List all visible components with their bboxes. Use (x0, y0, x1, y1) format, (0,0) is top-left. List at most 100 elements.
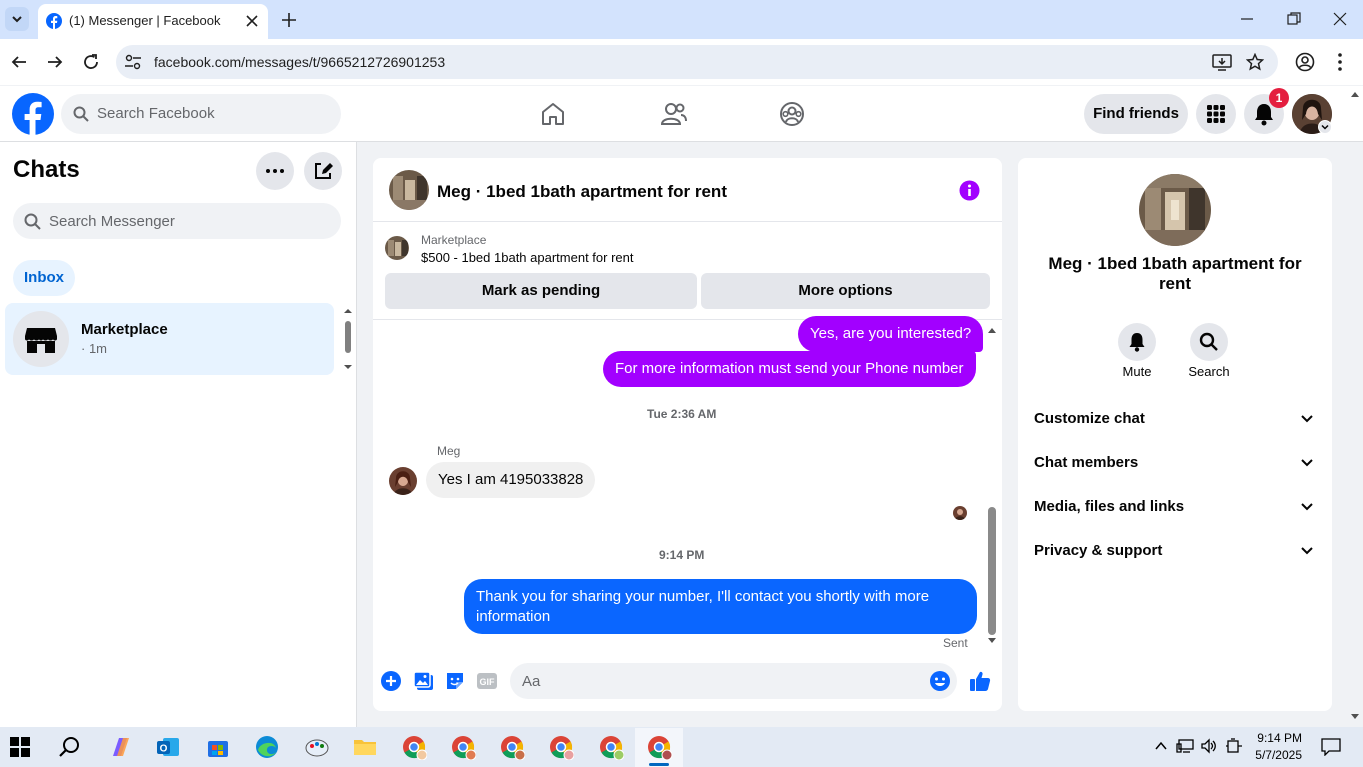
profile-icon[interactable] (1295, 52, 1315, 72)
minimize-icon[interactable] (1240, 12, 1254, 26)
account-menu-button[interactable] (1318, 120, 1332, 134)
chrome-profile-icon[interactable] (548, 734, 574, 760)
notification-center-icon[interactable] (1321, 738, 1341, 756)
chat-list-item[interactable]: Marketplace · 1m (5, 303, 334, 375)
new-tab-icon[interactable] (280, 11, 298, 29)
messages-scrollbar[interactable] (986, 322, 998, 648)
apartment-photo-icon (385, 236, 409, 260)
network-icon[interactable] (1176, 738, 1194, 754)
media-files-links-section[interactable]: Media, files and links (1034, 496, 1320, 520)
file-explorer-icon[interactable] (352, 734, 378, 760)
chrome-profile-icon[interactable] (499, 734, 525, 760)
chevron-down-icon (1301, 415, 1313, 423)
browser-menu-icon[interactable] (1336, 52, 1344, 72)
paint-app-icon[interactable] (304, 734, 330, 760)
reload-icon[interactable] (82, 53, 100, 71)
chat-options-button[interactable] (256, 152, 294, 190)
address-bar[interactable]: facebook.com/messages/t/9665212726901253 (116, 45, 1278, 79)
mute-button[interactable] (1118, 323, 1156, 361)
facebook-logo-icon[interactable] (12, 93, 54, 135)
search-icon (1199, 332, 1218, 351)
conversation-title: Meg · 1bed 1bath apartment for rent (437, 182, 727, 201)
search-in-conversation-button[interactable] (1190, 323, 1228, 361)
install-app-icon[interactable] (1212, 53, 1232, 71)
home-icon[interactable] (540, 101, 566, 127)
chrome-profile-icon[interactable] (598, 734, 624, 760)
find-friends-button[interactable]: Find friends (1084, 94, 1188, 134)
search-label: Search (1188, 364, 1230, 379)
outlook-icon[interactable]: O (155, 734, 181, 760)
listing-title[interactable]: $500 - 1bed 1bath apartment for rent (421, 250, 633, 265)
windows-start-icon[interactable] (10, 737, 36, 763)
conversation-avatar[interactable] (389, 170, 429, 210)
message-bubble[interactable]: For more information must send your Phon… (603, 351, 976, 387)
sender-avatar[interactable] (389, 467, 417, 495)
chrome-profile-icon[interactable] (401, 734, 427, 760)
more-options-button[interactable]: More options (701, 273, 990, 309)
privacy-support-section[interactable]: Privacy & support (1034, 540, 1320, 564)
message-bubble[interactable]: Thank you for sharing your number, I'll … (464, 579, 977, 634)
forward-icon[interactable] (46, 53, 64, 71)
apartment-photo-icon (1139, 174, 1211, 246)
volume-icon[interactable] (1200, 738, 1218, 754)
like-thumbs-up-icon[interactable] (968, 669, 992, 693)
scrollbar-track-icon (988, 328, 996, 643)
show-hidden-icons-icon[interactable] (1155, 741, 1167, 751)
conversation-info-icon[interactable] (959, 180, 980, 201)
restore-icon[interactable] (1287, 12, 1301, 26)
sticker-icon[interactable] (444, 670, 466, 692)
message-input-placeholder: Aa (522, 673, 541, 690)
inbox-filter-tab[interactable]: Inbox (13, 260, 75, 296)
sidebar-scrollbar[interactable] (343, 307, 353, 371)
section-label: Customize chat (1034, 410, 1145, 427)
browser-tab[interactable]: (1) Messenger | Facebook (38, 4, 268, 39)
message-input[interactable]: Aa (510, 663, 957, 699)
bookmark-star-icon[interactable] (1246, 53, 1264, 71)
tab-list-button[interactable] (5, 7, 29, 31)
tab-title: (1) Messenger | Facebook (69, 13, 221, 28)
chat-members-section[interactable]: Chat members (1034, 452, 1320, 476)
copilot-icon[interactable] (107, 734, 133, 760)
customize-chat-section[interactable]: Customize chat (1034, 408, 1320, 432)
facebook-search-placeholder: Search Facebook (97, 105, 215, 122)
compose-icon (315, 163, 333, 179)
groups-icon[interactable] (779, 101, 805, 127)
mark-as-pending-button[interactable]: Mark as pending (385, 273, 697, 309)
listing-thumbnail[interactable] (385, 236, 409, 260)
chevron-down-icon (1321, 124, 1329, 130)
more-actions-icon[interactable] (380, 670, 402, 692)
gif-icon[interactable]: GIF (476, 670, 498, 692)
attach-photo-icon[interactable] (413, 670, 435, 692)
back-icon[interactable] (10, 53, 28, 71)
message-timestamp: 9:14 PM (659, 548, 705, 562)
active-taskbar-item[interactable] (635, 728, 683, 767)
marketplace-store-icon (25, 328, 57, 353)
taskbar-search-icon[interactable] (57, 734, 83, 760)
chrome-profile-icon[interactable] (450, 734, 476, 760)
messenger-search-placeholder: Search Messenger (49, 213, 175, 230)
message-bubble[interactable]: Yes, are you interested? (798, 316, 984, 352)
messenger-search-input[interactable]: Search Messenger (13, 203, 341, 239)
notification-badge: 1 (1269, 88, 1289, 108)
edge-icon[interactable] (254, 734, 280, 760)
taskbar-date[interactable]: 5/7/2025 (1250, 748, 1302, 762)
new-message-button[interactable] (304, 152, 342, 190)
page-scroll-up-icon[interactable] (1350, 90, 1360, 98)
taskbar-time[interactable]: 9:14 PM (1250, 731, 1302, 745)
site-settings-icon[interactable] (124, 54, 142, 70)
close-window-icon[interactable] (1333, 12, 1347, 26)
emoji-icon[interactable] (929, 670, 951, 692)
close-tab-icon[interactable] (245, 14, 259, 28)
profile-photo-icon (953, 506, 967, 520)
facebook-search-input[interactable]: Search Facebook (61, 94, 341, 134)
page-scroll-down-icon[interactable] (1350, 713, 1360, 721)
microsoft-store-icon[interactable] (205, 734, 231, 760)
menu-button[interactable] (1196, 94, 1236, 134)
message-text-line: information (476, 608, 551, 625)
info-avatar[interactable] (1139, 174, 1211, 246)
search-icon (24, 213, 41, 230)
friends-icon[interactable] (660, 101, 688, 127)
chevron-down-icon (12, 16, 22, 23)
battery-icon[interactable] (1225, 738, 1243, 754)
message-bubble[interactable]: Yes I am 4195033828 (426, 462, 596, 498)
